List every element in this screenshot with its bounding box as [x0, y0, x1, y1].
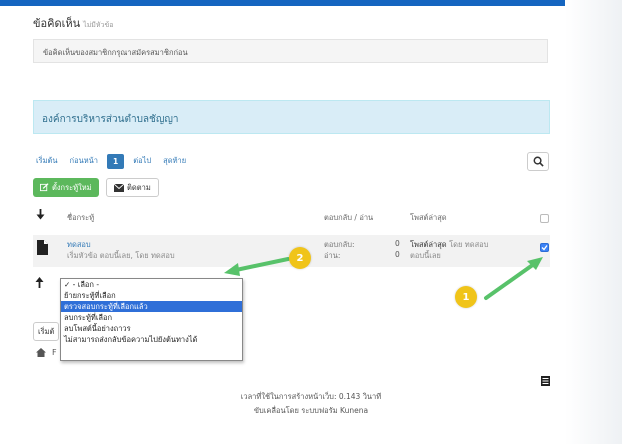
arrow-to-checkbox: [484, 262, 536, 300]
arrow-head-to-dropdown: [224, 263, 240, 276]
annotation-badge-1: 1: [455, 286, 477, 308]
annotation-badge-2: 2: [289, 247, 311, 269]
arrow-to-dropdown: [234, 257, 290, 272]
annotation-arrows: [224, 257, 543, 300]
